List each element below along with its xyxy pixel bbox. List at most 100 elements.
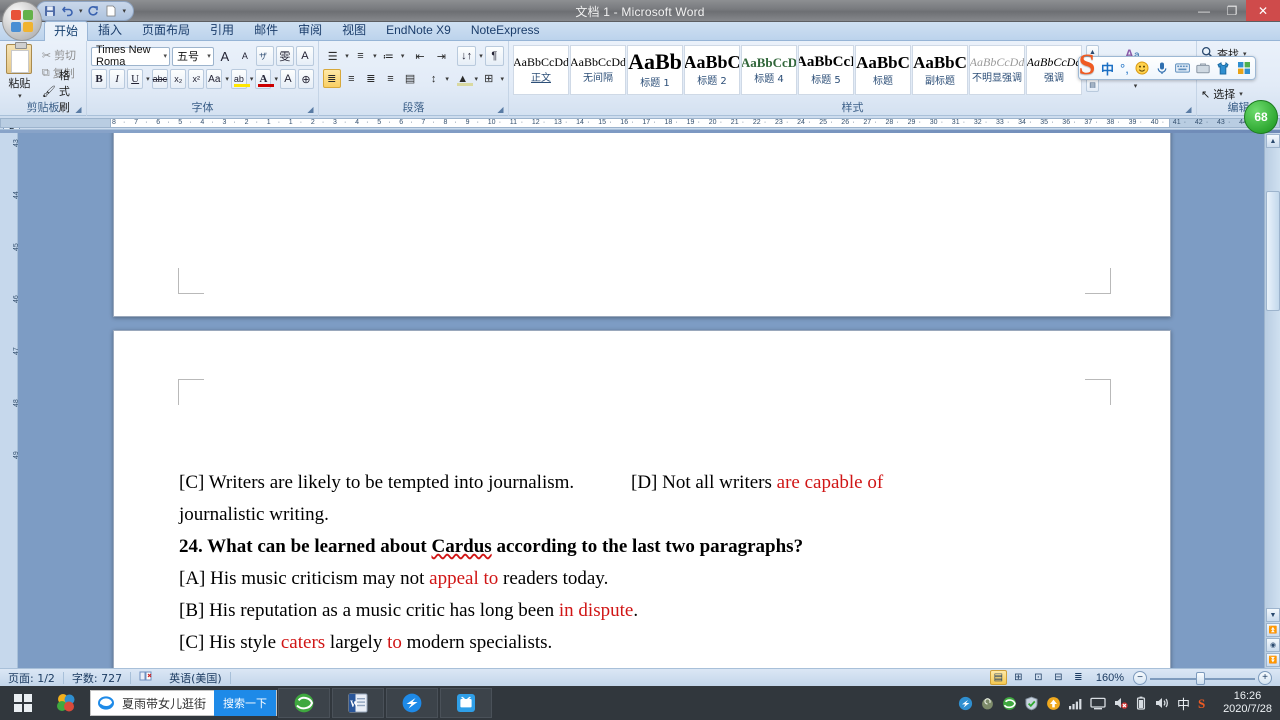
- snail-tray-icon[interactable]: [980, 696, 995, 711]
- zoom-level-label[interactable]: 160%: [1090, 672, 1130, 684]
- change-case-button[interactable]: Aa: [206, 69, 223, 89]
- taskbar-search-box[interactable]: 夏雨带女儿逛街 搜索一下: [90, 690, 278, 716]
- scroll-down-button[interactable]: ▼: [1266, 608, 1280, 622]
- font-size-combo[interactable]: 五号 ▾: [171, 46, 214, 66]
- bold-button[interactable]: B: [91, 69, 108, 89]
- clipboard-dialog-launcher[interactable]: ◢: [74, 105, 83, 114]
- font-color-button[interactable]: A: [255, 69, 275, 89]
- character-shading-button[interactable]: A: [279, 69, 296, 89]
- character-border-button[interactable]: 雯: [275, 46, 294, 66]
- view-full-screen-reading-button[interactable]: ⊞: [1010, 670, 1027, 685]
- align-left-button[interactable]: ≣: [323, 69, 341, 88]
- ime-language-tray-icon[interactable]: 中: [1177, 694, 1190, 713]
- shading-arrow[interactable]: ▾: [474, 75, 478, 83]
- proofing-status-icon[interactable]: [131, 670, 161, 685]
- tab-endnote[interactable]: EndNote X9: [376, 20, 461, 40]
- font-color-arrow[interactable]: ▾: [274, 75, 278, 83]
- change-case-arrow[interactable]: ▾: [225, 75, 229, 83]
- network-tray-icon[interactable]: [1090, 697, 1106, 710]
- sogou-ime-tray-icon[interactable]: S: [1197, 696, 1212, 711]
- increase-indent-button[interactable]: ⇥: [432, 47, 451, 66]
- status-word-count[interactable]: 字数: 727: [64, 670, 130, 686]
- paragraph-dialog-launcher[interactable]: ◢: [496, 105, 505, 114]
- tab-insert[interactable]: 插入: [88, 20, 132, 40]
- subscript-button[interactable]: x₂: [170, 69, 187, 89]
- security-shield-tray-icon[interactable]: [1024, 696, 1039, 711]
- borders-button[interactable]: ⊞: [480, 69, 498, 88]
- ime-emoji-icon[interactable]: [1135, 61, 1149, 75]
- tab-view[interactable]: 视图: [332, 20, 376, 40]
- ie-tray-icon[interactable]: [1002, 696, 1017, 711]
- font-dialog-launcher[interactable]: ◢: [306, 105, 315, 114]
- multilevel-arrow[interactable]: ▾: [401, 52, 405, 60]
- scrollbar-thumb[interactable]: [1266, 191, 1280, 311]
- numbering-arrow[interactable]: ▾: [373, 52, 377, 60]
- underline-button[interactable]: U: [127, 69, 144, 89]
- style-item-heading-2[interactable]: AaBbC 标题 2: [684, 45, 740, 95]
- status-page-number[interactable]: 页面: 1/2: [0, 670, 63, 686]
- style-item-heading-1[interactable]: AaBb 标题 1: [627, 45, 683, 95]
- zoom-slider-knob[interactable]: [1196, 671, 1205, 685]
- close-button[interactable]: ✕: [1246, 0, 1280, 21]
- zoom-in-button[interactable]: +: [1258, 670, 1272, 685]
- tab-review[interactable]: 审阅: [288, 20, 332, 40]
- vertical-scrollbar[interactable]: ▲ ▼ ⏫ ◉ ⏬: [1264, 133, 1280, 668]
- show-formatting-marks-button[interactable]: ¶: [484, 46, 505, 66]
- align-right-button[interactable]: ≣: [362, 69, 380, 88]
- style-item-heading-5[interactable]: AaBbCcI 标题 5: [798, 45, 854, 95]
- distribute-button[interactable]: ▤: [401, 69, 419, 88]
- strikethrough-button[interactable]: abc: [151, 69, 169, 89]
- sogou-logo-icon[interactable]: S: [1070, 48, 1104, 82]
- italic-button[interactable]: I: [109, 69, 126, 89]
- clear-formatting-button[interactable]: A: [295, 46, 314, 66]
- styles-dialog-launcher[interactable]: ◢: [1184, 105, 1193, 114]
- taskbar-app-thunder[interactable]: [386, 688, 439, 718]
- vertical-ruler[interactable]: 43 44 45 46 47 48 49: [0, 133, 20, 668]
- bullets-arrow[interactable]: ▾: [345, 52, 349, 60]
- highlight-dropdown-arrow[interactable]: ▾: [250, 75, 254, 83]
- tab-mailings[interactable]: 邮件: [244, 20, 288, 40]
- ime-apps-icon[interactable]: [1237, 61, 1251, 75]
- notification-badge[interactable]: 68: [1244, 100, 1278, 134]
- horizontal-ruler[interactable]: L 8·7·6·5·4·3·2·1·1·2·3·4·5·6·7·8·9·10·1…: [0, 116, 1280, 130]
- tab-page-layout[interactable]: 页面布局: [132, 20, 200, 40]
- taskbar-app-ie[interactable]: [278, 688, 331, 718]
- search-submit-button[interactable]: 搜索一下: [214, 690, 277, 716]
- sound-muted-tray-icon[interactable]: [1113, 696, 1128, 710]
- style-item-subtitle[interactable]: AaBbC 副标题: [912, 45, 968, 95]
- ime-toolbox-icon[interactable]: [1196, 62, 1210, 74]
- ime-punctuation-icon[interactable]: °,: [1120, 61, 1129, 76]
- zoom-slider[interactable]: [1150, 671, 1255, 685]
- change-styles-arrow[interactable]: ▾: [1134, 82, 1138, 90]
- battery-tray-icon[interactable]: [1135, 696, 1147, 710]
- decrease-indent-button[interactable]: ⇤: [410, 47, 429, 66]
- taskbar-app-word[interactable]: W: [332, 688, 385, 718]
- line-spacing-button[interactable]: ↕: [425, 69, 443, 88]
- sort-arrow[interactable]: ▾: [479, 52, 483, 60]
- underline-dropdown-arrow[interactable]: ▾: [146, 75, 150, 83]
- volume-tray-icon[interactable]: [1154, 696, 1170, 710]
- taskbar-app-video-player[interactable]: [440, 688, 493, 718]
- numbering-button[interactable]: ≡: [351, 47, 370, 66]
- tab-noteexpress[interactable]: NoteExpress: [461, 20, 550, 40]
- font-name-combo[interactable]: Times New Roma ▾: [91, 44, 170, 68]
- select-browse-object-button[interactable]: ◉: [1266, 638, 1280, 652]
- borders-arrow[interactable]: ▾: [501, 75, 505, 83]
- sogou-browser-icon[interactable]: [46, 686, 86, 720]
- style-item-body[interactable]: AaBbCcDd 正文: [513, 45, 569, 95]
- tab-references[interactable]: 引用: [200, 20, 244, 40]
- status-language[interactable]: 英语(美国): [161, 670, 230, 686]
- scroll-up-button[interactable]: ▲: [1266, 134, 1280, 148]
- line-spacing-arrow[interactable]: ▾: [445, 75, 449, 83]
- style-gallery[interactable]: AaBbCcDd 正文 AaBbCcDd 无间隔 AaBb 标题 1 AaBbC…: [513, 45, 1082, 95]
- style-item-heading-4[interactable]: AaBbCcD 标题 4: [741, 45, 797, 95]
- document-page-1[interactable]: [A] It is writers' duty to fulfill journ…: [113, 133, 1171, 317]
- tab-home[interactable]: 开始: [44, 21, 89, 41]
- ime-skin-icon[interactable]: [1216, 61, 1231, 75]
- paste-button[interactable]: 粘贴 ▾: [4, 42, 35, 100]
- update-tray-icon[interactable]: [1046, 696, 1061, 711]
- format-painter-button[interactable]: 🖌 格式刷: [39, 69, 82, 114]
- start-button[interactable]: [0, 686, 46, 720]
- cut-button[interactable]: ✂ 剪切: [39, 47, 82, 64]
- align-center-button[interactable]: ≡: [343, 69, 361, 88]
